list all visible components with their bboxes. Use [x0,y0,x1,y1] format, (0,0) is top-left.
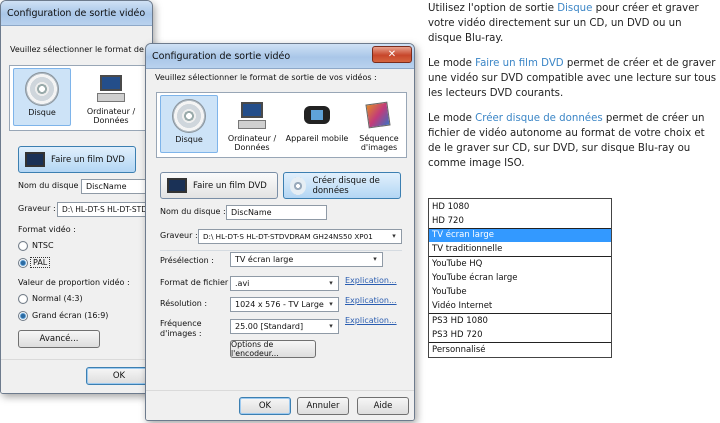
close-icon[interactable]: ✕ [372,46,412,63]
front-resolution-explain-link[interactable]: Explication... [345,296,397,305]
front-framerate-explain-link[interactable]: Explication... [345,316,397,325]
front-resolution-select[interactable]: 1024 x 576 - TV Large ▾ [230,297,339,312]
disc-icon [25,72,59,106]
front-framerate-label-2: d'images : [160,329,202,338]
front-format-computer[interactable]: Ordinateur / Données [221,95,283,153]
front-cancel-button[interactable]: Annuler [297,397,349,415]
description-paragraph-2: Le mode Faire un film DVD permet de crée… [428,58,717,99]
data-disc-icon [290,176,307,195]
list-item[interactable]: HD 720 [429,215,611,228]
back-ok-button[interactable]: OK [86,367,152,385]
front-preset-select[interactable]: TV écran large ▾ [230,252,383,267]
back-dialog-footer: OK [1,359,152,393]
list-item[interactable]: TV traditionnelle [429,243,611,256]
front-file-format-select[interactable]: .avi ▾ [230,276,339,291]
front-disc-name-label: Nom du disque : [160,207,226,216]
front-dvd-button[interactable]: Faire un film DVD [160,172,278,199]
back-ntsc-radio[interactable] [18,241,28,251]
description-paragraph-1: Utilisez l'option de sortie Disque pour … [428,3,699,44]
front-burner-select[interactable]: D:\ HL-DT-S HL-DT-STDVDRAM GH24NS50 XP01… [198,229,402,244]
list-item[interactable]: Personnalisé [429,344,611,357]
highlight-data-mode: Créer disque de données [475,113,603,124]
description-paragraph-3: Le mode Créer disque de données permet d… [428,113,705,169]
back-pal-label: PAL [30,257,51,268]
highlight-disc: Disque [557,3,593,14]
front-framerate-select[interactable]: 25.00 [Standard] ▾ [230,319,339,334]
back-format-disc[interactable]: Disque [13,68,71,126]
front-file-format-label: Format de fichier : [160,278,234,287]
tv-icon [25,152,45,167]
chevron-down-icon: ▾ [329,279,333,287]
image-sequence-icon [362,98,396,132]
chevron-down-icon: ▾ [392,232,396,240]
list-item[interactable]: YouTube HQ [429,258,611,271]
front-framerate-label-1: Fréquence [160,319,202,328]
front-format-image-sequence[interactable]: Séquence d'images [351,95,406,153]
back-normal-label: Normal (4:3) [32,294,83,303]
back-format-selector: Disque Ordinateur / Données [9,65,151,131]
back-aspect-label: Valeur de proportion vidéo : [18,278,130,287]
front-format-prompt: Veuillez sélectionner le format de sorti… [155,73,377,82]
disc-icon [172,99,206,133]
back-wide-radio[interactable] [18,311,28,321]
back-normal-radio[interactable] [18,294,28,304]
back-burner-select[interactable]: D:\ HL-DT-S HL-DT-STDV [57,202,151,217]
list-separator [429,313,611,314]
chevron-down-icon: ▾ [329,300,333,308]
back-format-prompt: Veuillez sélectionner le format de sorti… [10,45,152,54]
back-dvd-button[interactable]: Faire un film DVD [18,146,136,173]
list-separator [429,342,611,343]
front-format-disc[interactable]: Disque [160,95,218,153]
back-burner-label: Graveur : [18,204,56,213]
list-item[interactable]: PS3 HD 720 [429,329,611,342]
back-dialog-title: Configuration de sortie vidéo [7,7,146,19]
front-help-button[interactable]: Aide [357,397,409,415]
highlight-dvd-mode: Faire un film DVD [475,58,564,69]
computer-icon [94,71,128,105]
list-item[interactable]: YouTube écran large [429,272,611,285]
back-dialog-titlebar[interactable]: Configuration de sortie vidéo [1,1,152,26]
front-ok-button[interactable]: OK [239,397,291,415]
front-encoder-options-button[interactable]: Options de l'encodeur... [230,340,316,358]
back-format-computer[interactable]: Ordinateur / Données [78,68,144,126]
front-dialog-footer: OK Annuler Aide [146,390,414,420]
front-format-selector: Disque Ordinateur / Données Appareil mob… [156,92,407,158]
preset-dropdown-list: HD 1080 HD 720 TV écran large TV traditi… [428,198,612,358]
front-format-mobile[interactable]: Appareil mobile [285,95,349,153]
front-disc-name-input[interactable]: DiscName [226,205,327,220]
list-separator [429,256,611,257]
chevron-down-icon: ▾ [329,322,333,330]
list-item[interactable]: YouTube [429,286,611,299]
front-data-disc-button[interactable]: Créer disque de données [283,172,401,199]
list-item[interactable]: HD 1080 [429,201,611,214]
computer-icon [235,98,269,132]
back-wide-label: Grand écran (16:9) [32,311,109,320]
front-preset-label: Présélection : [160,256,214,265]
chevron-down-icon: ▾ [373,255,377,263]
back-ntsc-label: NTSC [32,241,54,250]
front-resolution-label: Résolution : [160,299,208,308]
front-dialog-title: Configuration de sortie vidéo [152,50,291,62]
back-disc-name-input[interactable]: DiscName [81,179,151,194]
back-advanced-button[interactable]: Avancé... [18,330,100,348]
back-dialog: Configuration de sortie vidéo Veuillez s… [0,0,153,394]
front-dialog: Configuration de sortie vidéo ✕ Veuillez… [145,43,415,421]
list-item[interactable]: PS3 HD 1080 [429,315,611,328]
list-item[interactable]: Vidéo Internet [429,300,611,313]
back-video-format-label: Format vidéo : [18,225,76,234]
back-pal-radio[interactable] [18,258,28,268]
front-separator [160,250,402,251]
mobile-device-icon [300,98,334,132]
list-item-selected[interactable]: TV écran large [429,229,611,242]
tv-icon [167,178,187,193]
front-file-format-explain-link[interactable]: Explication... [345,276,397,285]
front-burner-label: Graveur : [160,231,198,240]
back-disc-name-label: Nom du disque : [18,181,84,190]
